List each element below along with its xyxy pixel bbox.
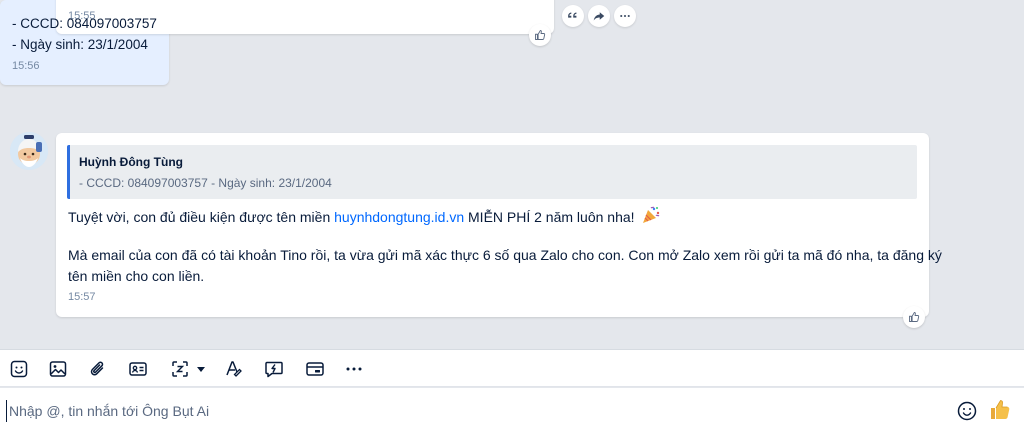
- message-time: 15:56: [12, 60, 40, 72]
- reaction-like-button[interactable]: [529, 24, 551, 46]
- composer-toolbar: [0, 349, 1024, 387]
- avatar[interactable]: [10, 132, 48, 170]
- smiley-icon: [957, 401, 977, 421]
- quote-icon: [568, 12, 577, 18]
- message-text-line: tên miền cho con liền.: [68, 268, 205, 284]
- send-image-button[interactable]: [47, 358, 69, 380]
- attachment-icon: [90, 361, 104, 376]
- thumbs-up-icon: [535, 30, 546, 40]
- send-contact-button[interactable]: [127, 358, 149, 380]
- emoji-button[interactable]: [956, 400, 978, 422]
- more-horizontal-icon: [620, 14, 630, 18]
- message-input[interactable]: [6, 400, 906, 422]
- received-message-bubble[interactable]: Huỳnh Đông Tùng - CCCD: 084097003757 - N…: [56, 133, 942, 328]
- card-icon: [306, 362, 324, 376]
- quick-message-button[interactable]: [263, 358, 285, 380]
- message-actions: [562, 5, 636, 27]
- quick-message-icon: [265, 361, 283, 378]
- chat-area: 15:55 - CCCD: 084097003757 - Ngày sinh: …: [0, 0, 1024, 349]
- text-format-icon: [226, 361, 242, 377]
- text-format-button[interactable]: [223, 358, 245, 380]
- thumbs-up-emoji-icon: [991, 400, 1010, 419]
- reaction-like-button[interactable]: [903, 306, 925, 328]
- sticker-button[interactable]: [8, 358, 30, 380]
- quoted-message[interactable]: Huỳnh Đông Tùng - CCCD: 084097003757 - N…: [67, 145, 917, 199]
- more-tools-button[interactable]: [343, 358, 365, 380]
- quote-text: - CCCD: 084097003757 - Ngày sinh: 23/1/2…: [79, 176, 332, 190]
- message-composer: [0, 388, 1024, 432]
- quote-button[interactable]: [562, 5, 584, 27]
- quick-like-button[interactable]: [988, 398, 1012, 422]
- card-button[interactable]: [304, 358, 326, 380]
- quote-sender: Huỳnh Đông Tùng: [79, 155, 183, 169]
- more-icon: [346, 367, 362, 371]
- message-time: 15:57: [68, 291, 96, 303]
- party-popper-icon: [643, 206, 660, 223]
- forward-icon: [593, 12, 605, 21]
- message-text-line: - Ngày sinh: 23/1/2004: [12, 37, 148, 52]
- domain-link[interactable]: huynhdongtung.id.vn: [334, 209, 464, 225]
- contact-card-icon: [129, 362, 147, 376]
- sticker-icon: [10, 360, 28, 378]
- message-text: Tuyệt vời, con đủ điều kiện được tên miề…: [68, 209, 335, 225]
- attach-file-button[interactable]: [87, 358, 109, 380]
- message-text-line: - CCCD: 084097003757: [12, 16, 157, 31]
- screenshot-button[interactable]: [168, 358, 208, 380]
- message-text: MIỄN PHÍ 2 năm luôn nha!: [464, 209, 635, 225]
- chevron-down-icon: [197, 367, 205, 372]
- old-man-avatar-icon: [10, 132, 48, 170]
- screenshot-icon: [172, 361, 188, 377]
- more-options-button[interactable]: [614, 5, 636, 27]
- forward-button[interactable]: [588, 5, 610, 27]
- message-text-line: Mà email của con đã có tài khoản Tino rồ…: [68, 247, 942, 263]
- thumbs-up-icon: [909, 312, 920, 322]
- message-text-line: Tuyệt vời, con đủ điều kiện được tên miề…: [68, 205, 661, 225]
- image-icon: [49, 361, 67, 377]
